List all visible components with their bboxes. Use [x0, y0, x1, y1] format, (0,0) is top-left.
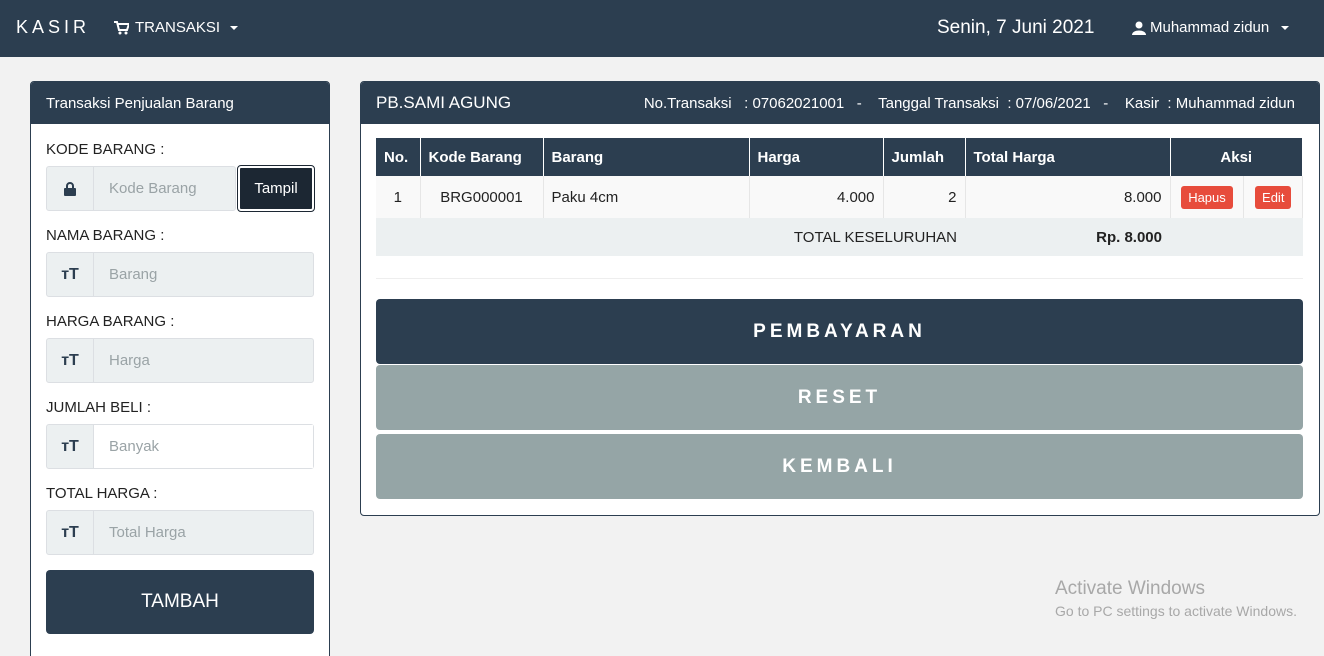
hapus-button[interactable]: Hapus: [1181, 185, 1233, 209]
col-header-kode: Kode Barang: [420, 138, 544, 176]
harga-barang-label: HARGA BARANG :: [46, 313, 175, 330]
user-name: Muhammad zidun: [1150, 19, 1270, 36]
total-label: TOTAL KESELURUHAN: [376, 218, 965, 256]
edit-button[interactable]: Edit: [1255, 185, 1292, 209]
transaction-header: PB.SAMI AGUNG No.Transaksi : 07062021001…: [361, 82, 1319, 124]
transaction-panel: PB.SAMI AGUNG No.Transaksi : 07062021001…: [360, 81, 1320, 516]
kode-barang-input[interactable]: Kode Barang: [94, 167, 235, 210]
brand-logo[interactable]: KASIR: [16, 17, 90, 38]
col-header-barang: Barang: [543, 138, 750, 176]
nama-barang-field[interactable]: ᴛT Barang: [46, 252, 314, 297]
total-value: Rp. 8.000: [965, 218, 1170, 256]
total-harga-label: TOTAL HARGA :: [46, 485, 158, 502]
pembayaran-button[interactable]: PEMBAYARAN: [376, 299, 1303, 364]
user-dropdown[interactable]: Muhammad zidun: [1132, 19, 1290, 36]
user-icon: [1132, 21, 1146, 35]
text-icon: ᴛT: [47, 511, 94, 554]
cell-edit: Edit: [1243, 176, 1303, 218]
kembali-button[interactable]: KEMBALI: [376, 434, 1303, 499]
transaction-info: No.Transaksi : 07062021001 - Tanggal Tra…: [643, 95, 1295, 112]
kode-barang-label: KODE BARANG :: [46, 141, 165, 158]
current-date: Senin, 7 Juni 2021: [937, 17, 1095, 38]
tampil-button[interactable]: Tampil: [237, 165, 315, 212]
store-name: PB.SAMI AGUNG: [376, 93, 512, 112]
jumlah-beli-input[interactable]: Banyak: [94, 425, 313, 468]
cell-barang: Paku 4cm: [543, 176, 750, 218]
harga-barang-input[interactable]: Harga: [94, 339, 313, 382]
col-header-jumlah: Jumlah: [883, 138, 966, 176]
transaksi-label: TRANSAKSI: [135, 19, 221, 36]
col-header-aksi: Aksi: [1170, 138, 1303, 176]
watermark-subtitle: Go to PC settings to activate Windows.: [1055, 603, 1297, 619]
navbar: KASIR TRANSAKSI Senin, 7 Juni 2021 Muham…: [0, 0, 1324, 57]
reset-button[interactable]: RESET: [376, 365, 1303, 430]
nama-barang-input[interactable]: Barang: [94, 253, 313, 296]
col-header-harga: Harga: [749, 138, 884, 176]
cell-no: 1: [376, 176, 421, 218]
tambah-button[interactable]: TAMBAH: [46, 570, 314, 634]
chevron-down-icon: [230, 25, 239, 30]
col-header-total: Total Harga: [965, 138, 1171, 176]
col-header-no: No.: [376, 138, 421, 176]
table-row: 1 BRG000001 Paku 4cm 4.000 2 8.000 Hapus…: [376, 176, 1303, 218]
watermark-title: Activate Windows: [1055, 578, 1205, 599]
divider: [376, 278, 1303, 279]
cell-hapus: Hapus: [1170, 176, 1245, 218]
chevron-down-icon: [1281, 25, 1290, 30]
activate-windows-watermark: Activate Windows Go to PC settings to ac…: [1055, 578, 1297, 619]
text-icon: ᴛT: [47, 253, 94, 296]
jumlah-beli-field[interactable]: ᴛT Banyak: [46, 424, 314, 469]
panel-title: Transaksi Penjualan Barang: [31, 82, 329, 124]
lock-icon: [47, 167, 94, 210]
total-empty: [1170, 218, 1303, 256]
cell-harga: 4.000: [749, 176, 884, 218]
cell-kode: BRG000001: [420, 176, 544, 218]
cell-jumlah: 2: [883, 176, 966, 218]
total-harga-field[interactable]: ᴛT Total Harga: [46, 510, 314, 555]
text-icon: ᴛT: [47, 339, 94, 382]
cell-total: 8.000: [965, 176, 1171, 218]
kode-barang-field[interactable]: Kode Barang: [46, 166, 236, 211]
transaction-table: No. Kode Barang Barang Harga Jumlah Tota…: [376, 138, 1303, 256]
nama-barang-label: NAMA BARANG :: [46, 227, 165, 244]
total-row: TOTAL KESELURUHAN Rp. 8.000: [376, 218, 1303, 256]
cart-icon: [114, 20, 129, 34]
sales-form-panel: Transaksi Penjualan Barang KODE BARANG :…: [30, 81, 330, 656]
transaksi-dropdown[interactable]: TRANSAKSI: [114, 19, 239, 36]
harga-barang-field[interactable]: ᴛT Harga: [46, 338, 314, 383]
text-icon: ᴛT: [47, 425, 94, 468]
jumlah-beli-label: JUMLAH BELI :: [46, 399, 152, 416]
total-harga-input[interactable]: Total Harga: [94, 511, 313, 554]
